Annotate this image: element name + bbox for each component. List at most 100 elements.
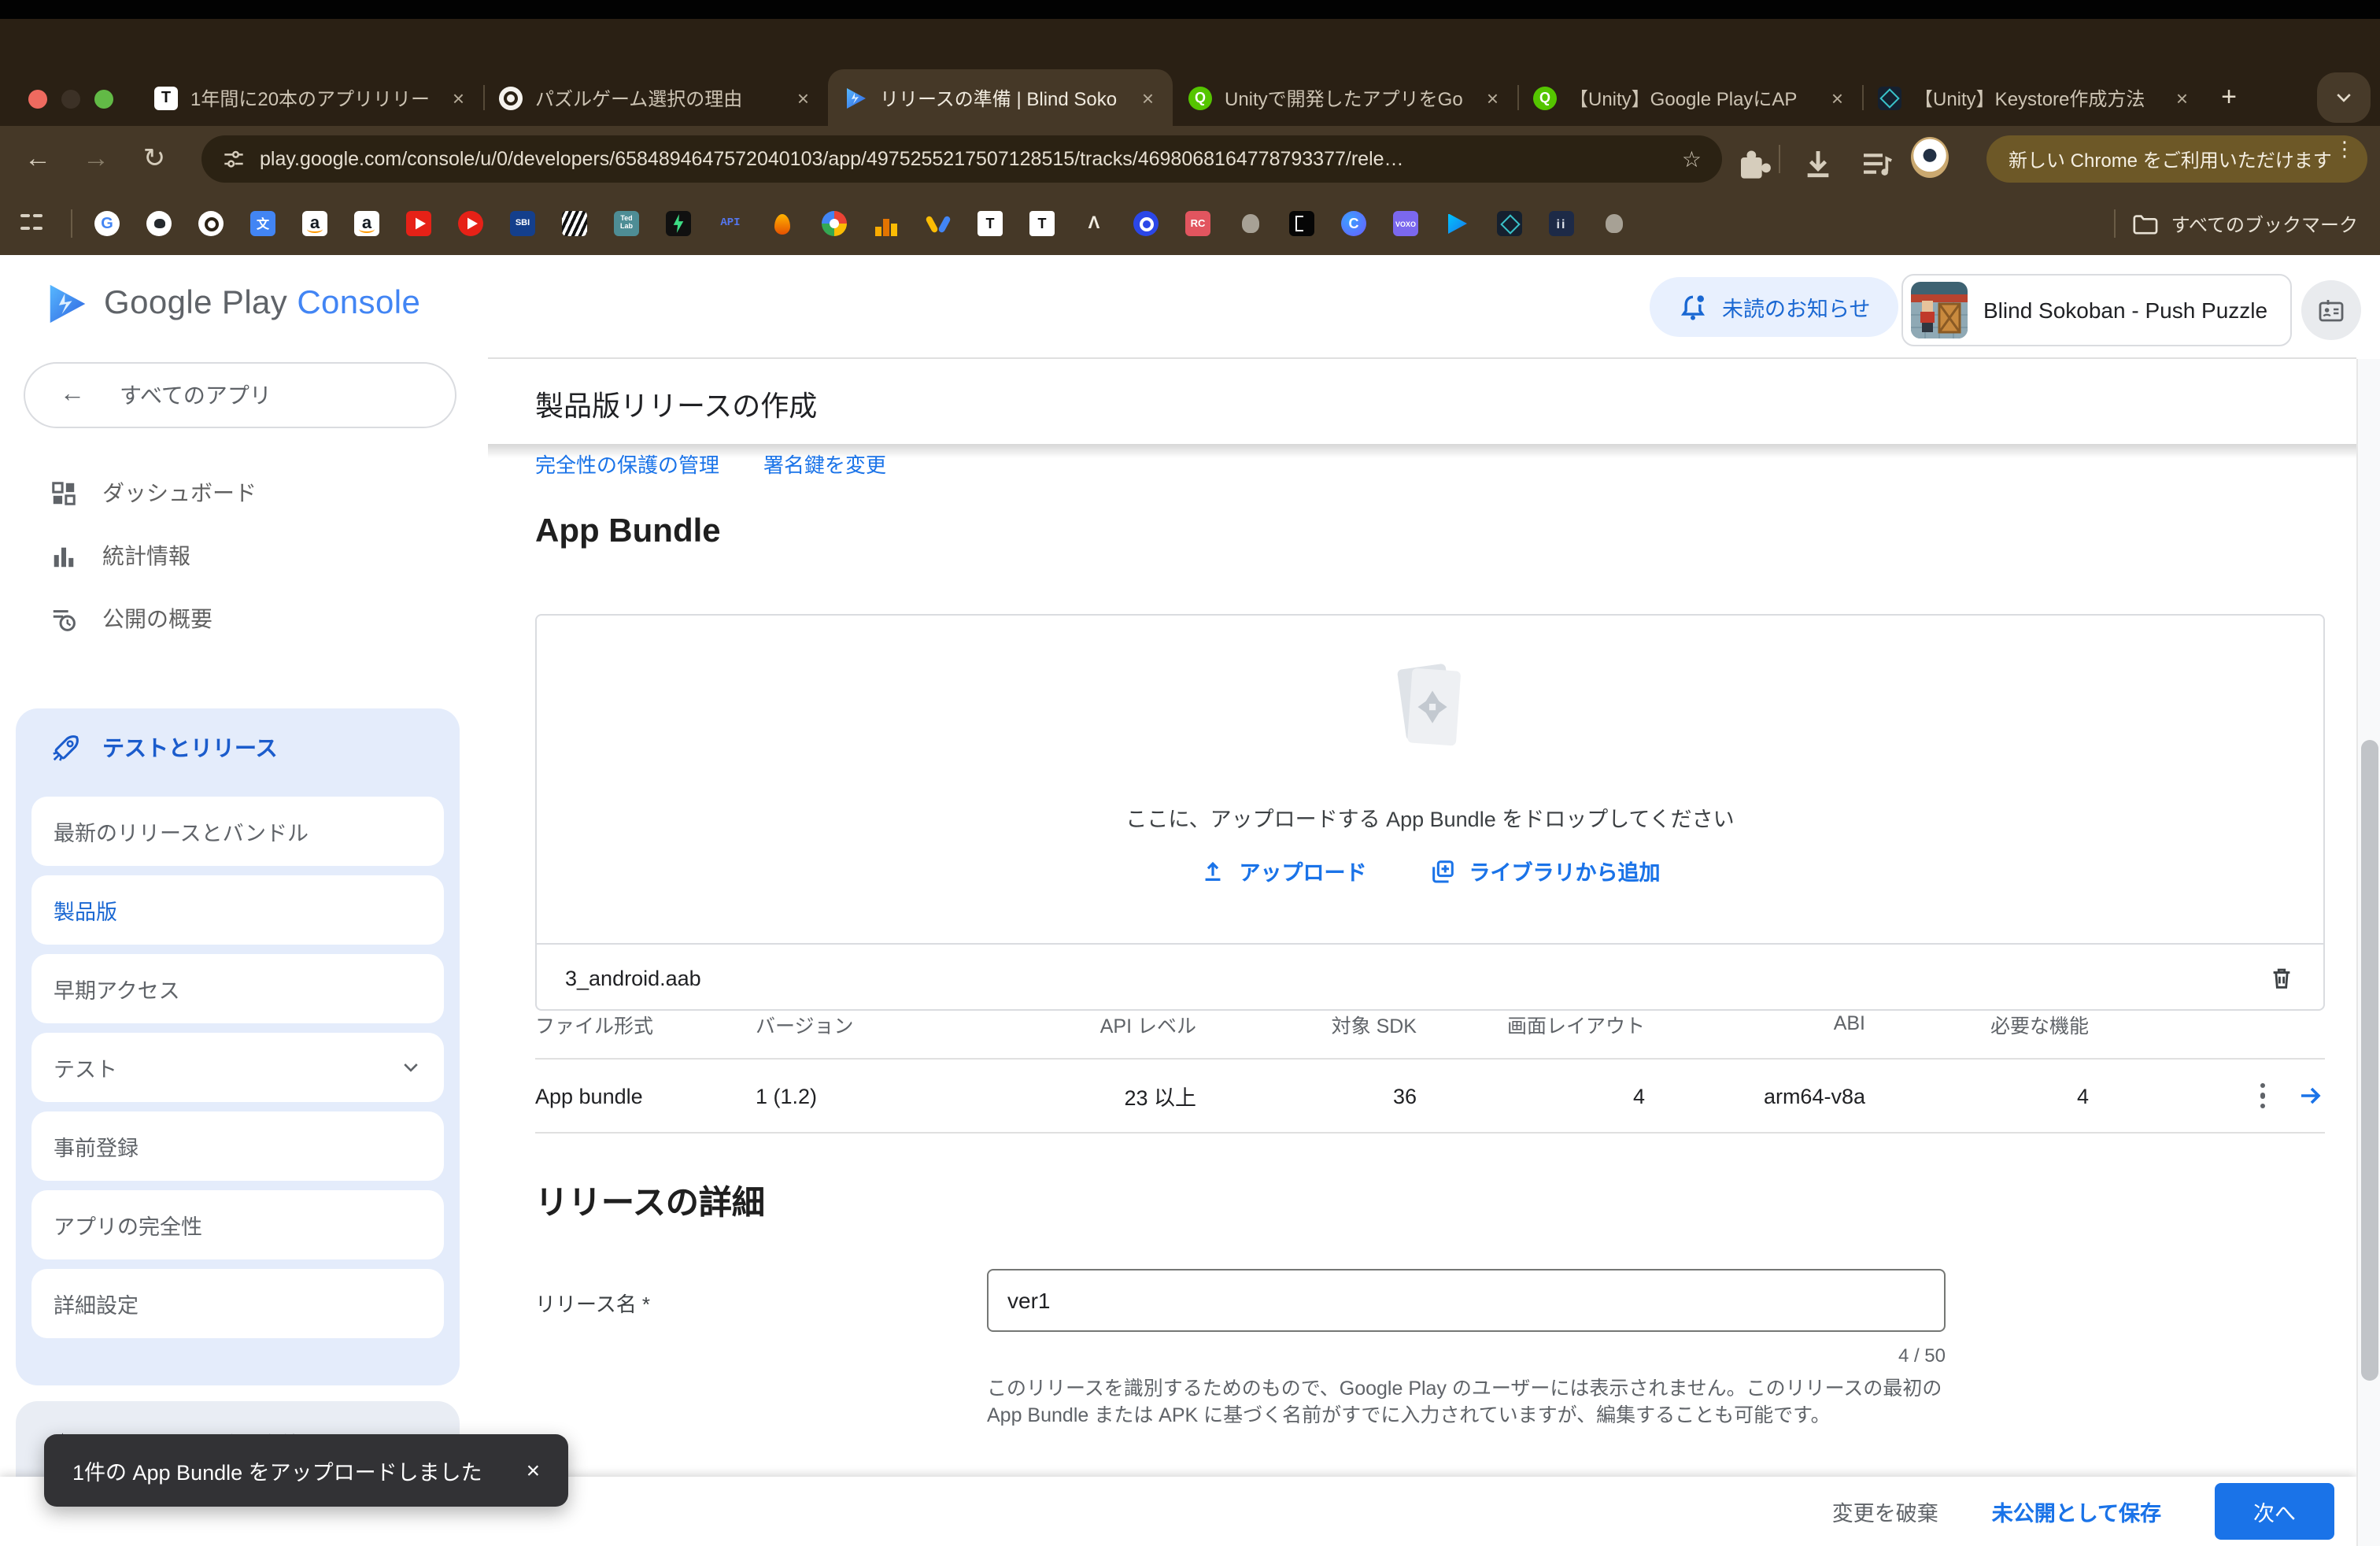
reading-list-icon[interactable] bbox=[1857, 145, 1895, 183]
translate-bookmark-icon[interactable]: 文 bbox=[250, 211, 275, 236]
caret-bookmark-icon[interactable]: Λ bbox=[1081, 211, 1107, 236]
close-tab-icon[interactable]: × bbox=[449, 86, 468, 109]
discard-changes-button[interactable]: 変更を破棄 bbox=[1832, 1496, 1938, 1527]
sidebar-item-label: 公開の概要 bbox=[102, 603, 213, 634]
toast-close-icon[interactable]: × bbox=[527, 1457, 541, 1484]
sidebar-item-dashboard[interactable]: ダッシュボード bbox=[0, 461, 488, 524]
color-wheel-bookmark-icon[interactable] bbox=[822, 211, 847, 236]
change-signing-key-link[interactable]: 署名鍵を変更 bbox=[763, 449, 886, 479]
api-bookmark-icon[interactable]: API bbox=[718, 211, 743, 236]
google-play-bookmark-icon[interactable] bbox=[1445, 211, 1470, 236]
add-from-library-button[interactable]: ライブラリから追加 bbox=[1430, 855, 1661, 886]
upload-button[interactable]: アップロード bbox=[1200, 855, 1367, 886]
tab-qiita-2[interactable]: Q 【Unity】Google PlayにAP × bbox=[1517, 69, 1862, 126]
profile-avatar[interactable] bbox=[1911, 139, 1949, 176]
google-bookmark-icon[interactable]: G bbox=[94, 211, 120, 236]
forward-icon[interactable]: → bbox=[77, 140, 115, 178]
address-bar[interactable]: play.google.com/console/u/0/developers/6… bbox=[201, 135, 1722, 183]
reload-icon[interactable]: ↻ bbox=[135, 140, 173, 178]
amazon-bookmark-icon[interactable]: a bbox=[302, 211, 327, 236]
download-icon[interactable] bbox=[1799, 145, 1837, 183]
browser-menu-kebab-icon[interactable]: ⋮ bbox=[2334, 137, 2355, 162]
sidebar-item-statistics[interactable]: 統計情報 bbox=[0, 524, 488, 587]
section-test-and-release-header[interactable]: テストとリリース bbox=[16, 708, 460, 787]
sidebar-item-production[interactable]: 製品版 bbox=[31, 875, 444, 945]
amazon-bookmark-icon[interactable]: a bbox=[354, 211, 379, 236]
voxo-bookmark-icon[interactable]: VOXO bbox=[1393, 211, 1418, 236]
site-settings-icon[interactable] bbox=[222, 147, 246, 171]
integrity-protection-link[interactable]: 完全性の保護の管理 bbox=[535, 449, 719, 479]
close-window-button[interactable] bbox=[28, 90, 47, 109]
save-unpublished-button[interactable]: 未公開として保存 bbox=[1992, 1496, 2161, 1527]
tab-search-chevron-button[interactable] bbox=[2317, 72, 2371, 123]
black-brackets-bookmark-icon[interactable] bbox=[1289, 211, 1314, 236]
youtube-bookmark-icon[interactable] bbox=[406, 211, 431, 236]
tab-play-console-active[interactable]: リリースの準備 | Blind Soko × bbox=[828, 69, 1173, 126]
rc-bookmark-icon[interactable]: RC bbox=[1185, 211, 1210, 236]
sidebar-item-testing[interactable]: テスト bbox=[31, 1033, 444, 1102]
zoom-window-button[interactable] bbox=[94, 90, 113, 109]
striped-bookmark-icon[interactable] bbox=[562, 211, 587, 236]
tab-strip: T 1年間に20本のアプリリリー × パズルゲーム選択の理由 × リリースの準備… bbox=[139, 69, 2207, 126]
youtube-music-bookmark-icon[interactable] bbox=[458, 211, 483, 236]
github-bookmark-icon[interactable] bbox=[146, 211, 172, 236]
close-tab-icon[interactable]: × bbox=[1828, 86, 1846, 109]
tab-qiita-1[interactable]: Q Unityで開発したアプリをGo × bbox=[1173, 69, 1517, 126]
all-apps-back-button[interactable]: ← すべてのアプリ bbox=[24, 362, 456, 428]
new-tab-button[interactable]: + bbox=[2207, 76, 2251, 120]
close-tab-icon[interactable]: × bbox=[794, 86, 812, 109]
app-selector[interactable]: Blind Sokoban - Push Puzzle bbox=[1901, 274, 2292, 346]
sbi-bookmark-icon[interactable]: SBI bbox=[510, 211, 535, 236]
row-detail-arrow-icon[interactable] bbox=[2297, 1082, 2325, 1110]
gem-bookmark-icon[interactable] bbox=[1497, 211, 1522, 236]
close-tab-icon[interactable]: × bbox=[2173, 86, 2191, 109]
extensions-puzzle-icon[interactable] bbox=[1735, 145, 1772, 183]
delete-file-button[interactable] bbox=[2268, 965, 2295, 992]
app-bundle-dropzone[interactable]: ここに、アップロードする App Bundle をドロップしてください アップロ… bbox=[535, 614, 2325, 1011]
scrollbar-thumb[interactable] bbox=[2361, 740, 2378, 1381]
tab-article-1[interactable]: T 1年間に20本のアプリリリー × bbox=[139, 69, 483, 126]
cell-target-sdk: 36 bbox=[1196, 1084, 1417, 1108]
play-console-logo[interactable]: Google Play Console bbox=[47, 282, 420, 326]
columns-bookmark-icon[interactable]: ii bbox=[1549, 211, 1574, 236]
back-icon[interactable]: ← bbox=[19, 140, 57, 178]
sidebar-item-early-access[interactable]: 早期アクセス bbox=[31, 954, 444, 1023]
bolt-bookmark-icon[interactable] bbox=[666, 211, 691, 236]
tab-keystore[interactable]: 【Unity】Keystore作成方法 × bbox=[1862, 69, 2207, 126]
google-ads-bookmark-icon[interactable] bbox=[926, 211, 951, 236]
bar-chart-bookmark-icon[interactable] bbox=[874, 211, 899, 236]
table-row: App bundle 1 (1.2) 23 以上 36 4 arm64-v8a … bbox=[535, 1058, 2325, 1134]
sidebar-item-advanced-settings[interactable]: 詳細設定 bbox=[31, 1269, 444, 1338]
close-tab-icon[interactable]: × bbox=[1139, 86, 1157, 109]
release-name-input[interactable] bbox=[987, 1269, 1946, 1332]
t-card-bookmark-icon[interactable]: T bbox=[1029, 211, 1055, 236]
chatgpt-bookmark-icon[interactable] bbox=[198, 211, 224, 236]
apple-bookmark-icon[interactable] bbox=[1237, 211, 1262, 236]
notifications-button[interactable]: 未読のお知らせ bbox=[1650, 277, 1898, 337]
all-bookmarks-button[interactable]: すべてのブックマーク bbox=[2115, 209, 2380, 238]
swirl-bookmark-icon[interactable] bbox=[1133, 211, 1159, 236]
document-stack-icon bbox=[1381, 653, 1479, 765]
tedlab-bookmark-icon[interactable]: Ted Lab bbox=[614, 211, 639, 236]
sidebar-item-pre-registration[interactable]: 事前登録 bbox=[31, 1111, 444, 1181]
tab-chatgpt[interactable]: パズルゲーム選択の理由 × bbox=[483, 69, 828, 126]
t-card-bookmark-icon[interactable]: T bbox=[978, 211, 1003, 236]
chrome-update-chip[interactable]: 新しい Chrome をご利用いただけます bbox=[1986, 135, 2367, 183]
account-id-chip[interactable] bbox=[2301, 280, 2361, 340]
next-button[interactable]: 次へ bbox=[2215, 1483, 2334, 1540]
apple-bookmark-icon[interactable] bbox=[1601, 211, 1626, 236]
minimize-window-button[interactable] bbox=[61, 90, 80, 109]
traffic-lights[interactable] bbox=[28, 90, 113, 109]
sidebar-item-latest-releases[interactable]: 最新のリリースとバンドル bbox=[31, 797, 444, 866]
row-menu-kebab-icon[interactable] bbox=[2253, 1077, 2271, 1115]
apps-grid-icon[interactable] bbox=[19, 211, 44, 236]
c-circle-bookmark-icon[interactable]: C bbox=[1341, 211, 1366, 236]
page-scrollbar[interactable] bbox=[2356, 359, 2380, 1546]
back-arrow-icon: ← bbox=[60, 381, 85, 409]
close-tab-icon[interactable]: × bbox=[1484, 86, 1502, 109]
url-text[interactable]: play.google.com/console/u/0/developers/6… bbox=[260, 148, 1668, 170]
bookmark-star-icon[interactable]: ☆ bbox=[1682, 146, 1702, 172]
sidebar-item-app-integrity[interactable]: アプリの完全性 bbox=[31, 1190, 444, 1259]
flame-bookmark-icon[interactable] bbox=[770, 211, 795, 236]
sidebar-item-publishing-overview[interactable]: 公開の概要 bbox=[0, 587, 488, 650]
